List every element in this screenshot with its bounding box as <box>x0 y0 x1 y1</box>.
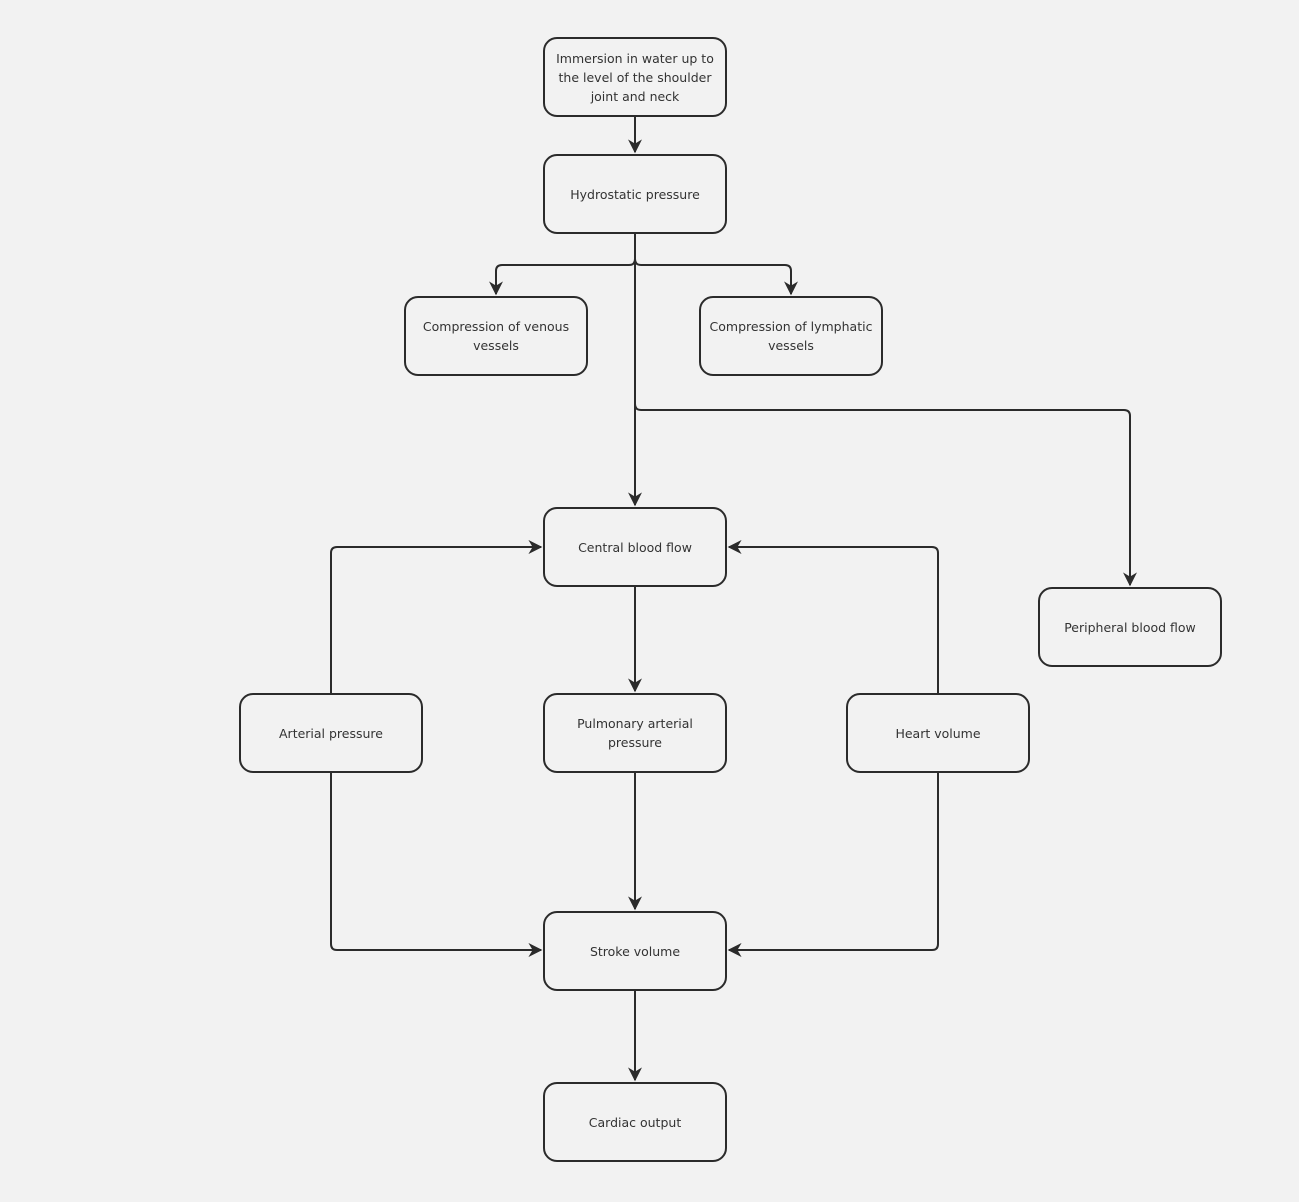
node-pulmonary-arterial-pressure: Pulmonary arterial pressure <box>543 693 727 773</box>
node-label: Arterial pressure <box>279 725 383 741</box>
edge-arterial-to-stroke <box>330 773 543 957</box>
node-stroke-volume: Stroke volume <box>543 911 727 991</box>
node-label: Peripheral blood flow <box>1064 619 1196 635</box>
edge-heart-to-central <box>727 540 939 693</box>
node-label: Compression of venous vessels <box>422 319 570 353</box>
node-label: Hydrostatic pressure <box>570 186 700 202</box>
node-central-blood-flow: Central blood flow <box>543 507 727 587</box>
node-peripheral-blood-flow: Peripheral blood flow <box>1038 587 1222 667</box>
edge-arterial-to-central <box>330 540 543 693</box>
node-cardiac-output: Cardiac output <box>543 1082 727 1162</box>
node-label: Cardiac output <box>588 1114 682 1130</box>
node-label: Stroke volume <box>589 943 681 959</box>
edge-heart-to-stroke <box>727 773 939 957</box>
node-hydrostatic-pressure: Hydrostatic pressure <box>543 154 727 234</box>
edge-hydrostatic-to-venous <box>489 234 636 296</box>
node-arterial-pressure: Arterial pressure <box>239 693 423 773</box>
node-immersion: Immersion in water up to the level of th… <box>543 37 727 117</box>
node-venous-compression: Compression of venous vessels <box>404 296 588 376</box>
node-label: Heart volume <box>895 725 981 741</box>
node-label: Immersion in water up to the level of th… <box>556 50 714 104</box>
node-label: Pulmonary arterial pressure <box>577 716 693 750</box>
node-lymphatic-compression: Compression of lymphatic vessels <box>699 296 883 376</box>
edge-hydrostatic-to-lymphatic <box>634 234 798 296</box>
node-heart-volume: Heart volume <box>846 693 1030 773</box>
node-label: Central blood flow <box>578 539 692 555</box>
node-label: Compression of lymphatic vessels <box>709 319 873 353</box>
